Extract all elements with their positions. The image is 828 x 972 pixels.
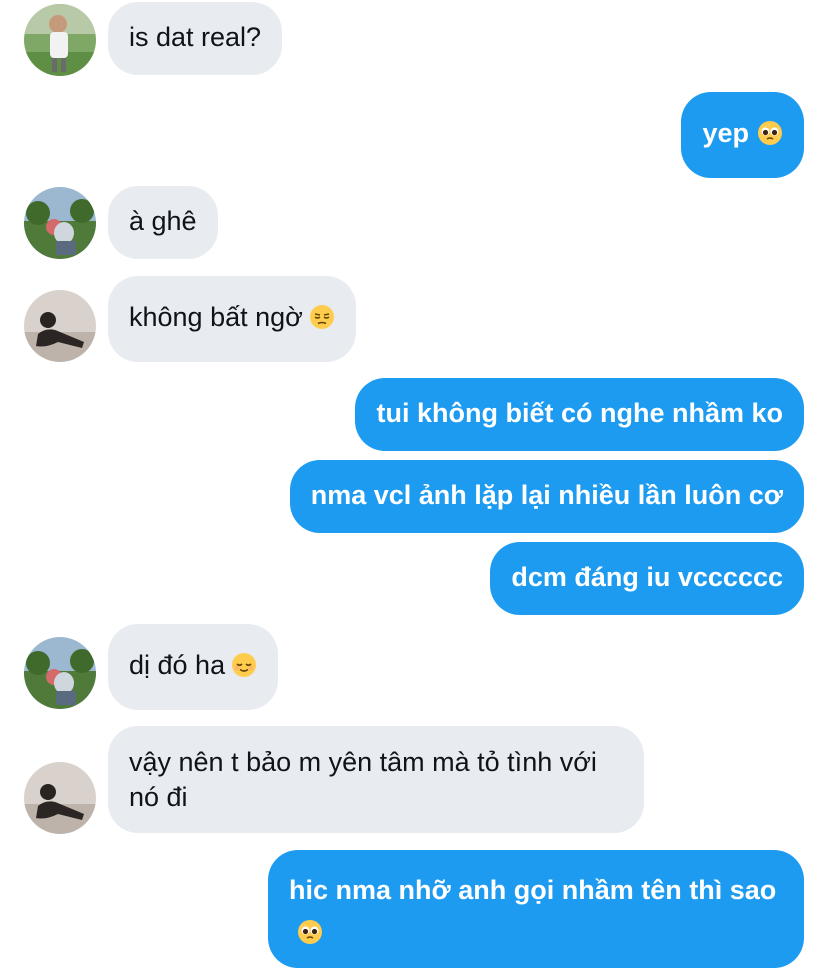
message-text: vậy nên t bảo m yên tâm mà tỏ tình với n… <box>129 747 597 812</box>
message-bubble[interactable]: yep <box>681 92 804 178</box>
message-text: không bất ngờ <box>129 302 303 332</box>
message-bubble[interactable]: is dat real? <box>108 2 283 75</box>
unamused-face-icon <box>309 304 335 339</box>
avatar[interactable] <box>24 4 96 76</box>
message-text: dị đó ha <box>129 650 226 680</box>
message-text: dcm đáng iu vcccccc <box>511 562 783 592</box>
avatar[interactable] <box>24 762 96 834</box>
message-bubble[interactable]: tui không biết có nghe nhầm ko <box>355 378 804 451</box>
message-text: tui không biết có nghe nhầm ko <box>376 398 783 428</box>
message-text: hic nma nhỡ anh gọi nhầm tên thì sao <box>289 875 777 905</box>
message-bubble[interactable]: hic nma nhỡ anh gọi nhầm tên thì sao <box>268 850 804 968</box>
pleading-face-icon <box>297 915 323 957</box>
avatar[interactable] <box>24 290 96 362</box>
message-bubble[interactable]: vậy nên t bảo m yên tâm mà tỏ tình với n… <box>108 726 644 833</box>
message-text: à ghê <box>129 206 197 236</box>
message-text: is dat real? <box>129 22 262 52</box>
message-bubble[interactable]: nma vcl ảnh lặp lại nhiều lần luôn cơ <box>289 460 804 533</box>
message-text: nma vcl ảnh lặp lại nhiều lần luôn cơ <box>310 480 783 510</box>
message-text: yep <box>702 118 749 148</box>
message-bubble[interactable]: dcm đáng iu vcccccc <box>490 542 804 615</box>
message-bubble[interactable]: à ghê <box>108 186 218 259</box>
relieved-face-icon <box>231 652 257 687</box>
message-bubble[interactable]: không bất ngờ <box>108 276 356 362</box>
avatar[interactable] <box>24 187 96 259</box>
avatar[interactable] <box>24 637 96 709</box>
pleading-face-icon <box>757 120 783 155</box>
message-bubble[interactable]: dị đó ha <box>108 624 279 710</box>
